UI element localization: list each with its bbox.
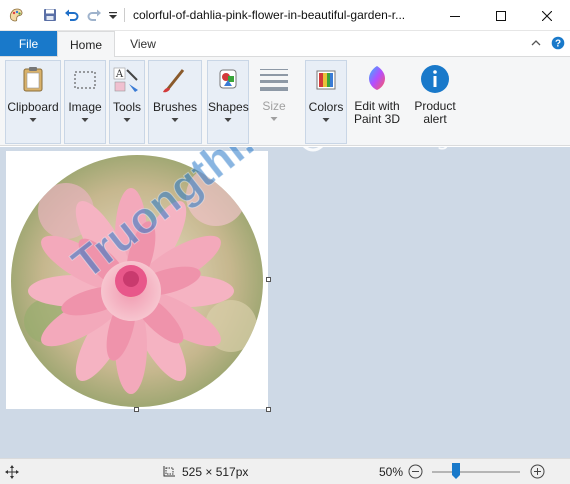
zoom-level: 50% [379,465,404,479]
zoom-slider-track[interactable] [432,471,520,473]
brushes-group[interactable]: Brushes [148,60,202,144]
size-label: Size [262,99,286,113]
tools-icon: A [113,67,138,92]
image-dimensions: 525 × 517px [182,465,249,479]
close-button[interactable] [524,0,570,31]
brush-icon [163,69,185,93]
tools-label: Tools [112,100,141,114]
ribbon-tabs: File Home View ? [0,31,570,57]
chevron-down-icon [29,118,37,122]
colors-label: Colors [308,100,344,114]
minimize-button[interactable] [432,0,478,31]
chevron-down-icon [270,117,278,121]
undo-icon[interactable] [64,7,80,23]
clipboard-group[interactable]: Clipboard [5,60,61,144]
line-size-icon [260,69,288,91]
maximize-icon [496,10,506,21]
paint-3d-icon [369,66,385,90]
zoom-in-icon[interactable] [530,464,545,479]
brushes-label: Brushes [152,100,198,114]
paint-app-icon[interactable] [8,7,24,23]
chevron-down-icon [171,118,179,122]
paint-3d-label: Edit with Paint 3D [353,99,401,126]
image-select-icon [74,71,96,89]
info-icon [421,65,449,93]
chevron-down-icon[interactable] [108,7,118,23]
svg-text:?: ? [555,39,561,50]
window-title: colorful-of-dahlia-pink-flower-in-beauti… [133,8,406,22]
chevron-down-icon [123,118,131,122]
watermark-right: uantrimang [322,147,450,151]
image-size-icon [163,466,175,477]
tools-group[interactable]: A Tools [109,60,145,144]
title-separator [124,8,125,22]
maximize-button[interactable] [478,0,524,31]
save-icon[interactable] [42,7,58,23]
canvas-workspace[interactable]: Truongthi.top uantrimang [0,147,570,458]
help-icon[interactable]: ? [551,36,565,50]
shapes-icon [219,69,237,89]
image-group[interactable]: Image [64,60,106,144]
colors-group[interactable]: Colors [305,60,347,144]
size-group[interactable]: Size [253,60,295,144]
tab-home[interactable]: Home [57,31,115,57]
close-icon [542,10,552,21]
colors-icon [316,70,336,90]
chevron-down-icon [81,118,89,122]
product-alert-button[interactable]: Product alert [409,60,461,144]
svg-text:A: A [115,69,124,80]
tab-file[interactable]: File [0,31,57,56]
zoom-slider-thumb[interactable] [452,463,460,479]
title-bar: colorful-of-dahlia-pink-flower-in-beauti… [0,0,570,31]
image-label: Image [68,100,102,114]
chevron-up-icon[interactable] [530,37,542,49]
clipboard-icon [23,67,43,92]
redo-icon[interactable] [86,7,102,23]
chevron-down-icon [322,118,330,122]
shapes-label: Shapes [208,100,249,114]
status-bar: 525 × 517px 50% [0,458,570,484]
chevron-down-icon [224,118,232,122]
minimize-icon [450,15,460,17]
zoom-out-icon[interactable] [408,464,423,479]
shapes-group[interactable]: Shapes [207,60,249,144]
ribbon: Clipboard Image A Tools Brushes Shapes S… [0,56,570,146]
cursor-position-icon [5,465,19,479]
watermark-left: Truongthi.top [63,147,317,289]
tab-view[interactable]: View [118,31,168,56]
product-alert-label: Product alert [414,99,456,126]
clipboard-label: Clipboard [7,100,59,114]
watermark-layer: Truongthi.top uantrimang [63,147,450,289]
paint-3d-button[interactable]: Edit with Paint 3D [350,60,404,144]
